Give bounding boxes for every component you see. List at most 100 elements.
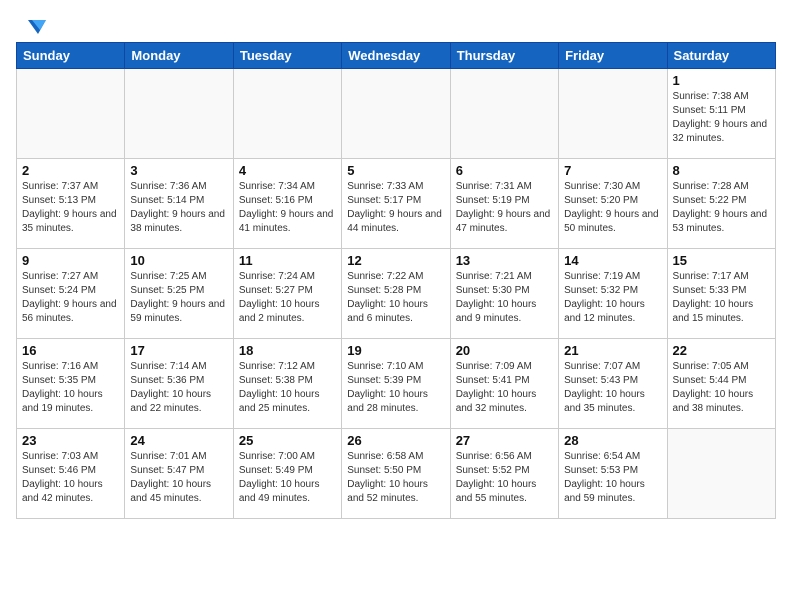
calendar-cell: 3 Sunrise: 7:36 AM Sunset: 5:14 PM Daylig…: [125, 159, 233, 249]
day-number: 13: [456, 253, 553, 268]
calendar-cell: [559, 69, 667, 159]
day-number: 22: [673, 343, 770, 358]
calendar-cell: 24 Sunrise: 7:01 AM Sunset: 5:47 PM Dayli…: [125, 429, 233, 519]
calendar-header-row: SundayMondayTuesdayWednesdayThursdayFrid…: [17, 43, 776, 69]
calendar-week-4: 16 Sunrise: 7:16 AM Sunset: 5:35 PM Dayli…: [17, 339, 776, 429]
day-info: Sunrise: 7:27 AM Sunset: 5:24 PM Dayligh…: [22, 270, 119, 326]
day-info: Sunrise: 6:58 AM Sunset: 5:50 PM Dayligh…: [347, 450, 444, 506]
day-info: Sunrise: 7:34 AM Sunset: 5:16 PM Dayligh…: [239, 180, 336, 236]
day-number: 7: [564, 163, 661, 178]
day-info: Sunrise: 7:38 AM Sunset: 5:11 PM Dayligh…: [673, 90, 770, 146]
day-info: Sunrise: 7:25 AM Sunset: 5:25 PM Dayligh…: [130, 270, 227, 326]
day-number: 5: [347, 163, 444, 178]
col-header-thursday: Thursday: [450, 43, 558, 69]
day-number: 20: [456, 343, 553, 358]
calendar-cell: 17 Sunrise: 7:14 AM Sunset: 5:36 PM Dayli…: [125, 339, 233, 429]
calendar-cell: 27 Sunrise: 6:56 AM Sunset: 5:52 PM Dayli…: [450, 429, 558, 519]
day-info: Sunrise: 7:12 AM Sunset: 5:38 PM Dayligh…: [239, 360, 336, 416]
day-number: 2: [22, 163, 119, 178]
calendar-table: SundayMondayTuesdayWednesdayThursdayFrid…: [16, 42, 776, 519]
day-info: Sunrise: 6:56 AM Sunset: 5:52 PM Dayligh…: [456, 450, 553, 506]
day-info: Sunrise: 7:01 AM Sunset: 5:47 PM Dayligh…: [130, 450, 227, 506]
calendar-cell: 9 Sunrise: 7:27 AM Sunset: 5:24 PM Daylig…: [17, 249, 125, 339]
calendar-cell: 21 Sunrise: 7:07 AM Sunset: 5:43 PM Dayli…: [559, 339, 667, 429]
day-info: Sunrise: 7:24 AM Sunset: 5:27 PM Dayligh…: [239, 270, 336, 326]
calendar-week-3: 9 Sunrise: 7:27 AM Sunset: 5:24 PM Daylig…: [17, 249, 776, 339]
day-info: Sunrise: 7:21 AM Sunset: 5:30 PM Dayligh…: [456, 270, 553, 326]
calendar-cell: 22 Sunrise: 7:05 AM Sunset: 5:44 PM Dayli…: [667, 339, 775, 429]
calendar-cell: 6 Sunrise: 7:31 AM Sunset: 5:19 PM Daylig…: [450, 159, 558, 249]
calendar-cell: 26Sunrise: 6:58 AM Sunset: 5:50 PM Dayli…: [342, 429, 450, 519]
day-number: 4: [239, 163, 336, 178]
calendar-cell: 5Sunrise: 7:33 AM Sunset: 5:17 PM Daylig…: [342, 159, 450, 249]
page-header: [16, 16, 776, 32]
calendar-cell: 16 Sunrise: 7:16 AM Sunset: 5:35 PM Dayli…: [17, 339, 125, 429]
day-number: 9: [22, 253, 119, 268]
day-info: Sunrise: 7:14 AM Sunset: 5:36 PM Dayligh…: [130, 360, 227, 416]
day-number: 28: [564, 433, 661, 448]
calendar-cell: 4 Sunrise: 7:34 AM Sunset: 5:16 PM Daylig…: [233, 159, 341, 249]
logo: [16, 16, 48, 32]
day-info: Sunrise: 7:22 AM Sunset: 5:28 PM Dayligh…: [347, 270, 444, 326]
day-number: 24: [130, 433, 227, 448]
day-number: 6: [456, 163, 553, 178]
day-info: Sunrise: 7:31 AM Sunset: 5:19 PM Dayligh…: [456, 180, 553, 236]
col-header-monday: Monday: [125, 43, 233, 69]
calendar-cell: 18 Sunrise: 7:12 AM Sunset: 5:38 PM Dayli…: [233, 339, 341, 429]
day-number: 21: [564, 343, 661, 358]
day-number: 3: [130, 163, 227, 178]
calendar-week-1: 1 Sunrise: 7:38 AM Sunset: 5:11 PM Daylig…: [17, 69, 776, 159]
day-number: 18: [239, 343, 336, 358]
calendar-cell: 20 Sunrise: 7:09 AM Sunset: 5:41 PM Dayli…: [450, 339, 558, 429]
calendar-cell: 13 Sunrise: 7:21 AM Sunset: 5:30 PM Dayli…: [450, 249, 558, 339]
day-number: 8: [673, 163, 770, 178]
calendar-cell: 7 Sunrise: 7:30 AM Sunset: 5:20 PM Daylig…: [559, 159, 667, 249]
day-info: Sunrise: 7:28 AM Sunset: 5:22 PM Dayligh…: [673, 180, 770, 236]
day-number: 17: [130, 343, 227, 358]
calendar-cell: [450, 69, 558, 159]
calendar-cell: 28 Sunrise: 6:54 AM Sunset: 5:53 PM Dayli…: [559, 429, 667, 519]
day-number: 12: [347, 253, 444, 268]
calendar-cell: 23 Sunrise: 7:03 AM Sunset: 5:46 PM Dayli…: [17, 429, 125, 519]
calendar-cell: [233, 69, 341, 159]
day-info: Sunrise: 7:19 AM Sunset: 5:32 PM Dayligh…: [564, 270, 661, 326]
calendar-week-5: 23 Sunrise: 7:03 AM Sunset: 5:46 PM Dayli…: [17, 429, 776, 519]
day-info: Sunrise: 7:05 AM Sunset: 5:44 PM Dayligh…: [673, 360, 770, 416]
col-header-tuesday: Tuesday: [233, 43, 341, 69]
calendar-cell: 15 Sunrise: 7:17 AM Sunset: 5:33 PM Dayli…: [667, 249, 775, 339]
day-number: 15: [673, 253, 770, 268]
day-info: Sunrise: 7:30 AM Sunset: 5:20 PM Dayligh…: [564, 180, 661, 236]
calendar-cell: 19Sunrise: 7:10 AM Sunset: 5:39 PM Dayli…: [342, 339, 450, 429]
col-header-sunday: Sunday: [17, 43, 125, 69]
day-number: 25: [239, 433, 336, 448]
day-info: Sunrise: 7:16 AM Sunset: 5:35 PM Dayligh…: [22, 360, 119, 416]
col-header-saturday: Saturday: [667, 43, 775, 69]
calendar-cell: 14 Sunrise: 7:19 AM Sunset: 5:32 PM Dayli…: [559, 249, 667, 339]
calendar-cell: [667, 429, 775, 519]
day-number: 16: [22, 343, 119, 358]
day-number: 11: [239, 253, 336, 268]
day-info: Sunrise: 7:17 AM Sunset: 5:33 PM Dayligh…: [673, 270, 770, 326]
calendar-cell: 25 Sunrise: 7:00 AM Sunset: 5:49 PM Dayli…: [233, 429, 341, 519]
calendar-week-2: 2Sunrise: 7:37 AM Sunset: 5:13 PM Daylig…: [17, 159, 776, 249]
day-info: Sunrise: 7:36 AM Sunset: 5:14 PM Dayligh…: [130, 180, 227, 236]
day-info: Sunrise: 7:03 AM Sunset: 5:46 PM Dayligh…: [22, 450, 119, 506]
calendar-cell: [17, 69, 125, 159]
day-info: Sunrise: 6:54 AM Sunset: 5:53 PM Dayligh…: [564, 450, 661, 506]
calendar-cell: 1 Sunrise: 7:38 AM Sunset: 5:11 PM Daylig…: [667, 69, 775, 159]
calendar-cell: 2Sunrise: 7:37 AM Sunset: 5:13 PM Daylig…: [17, 159, 125, 249]
logo-icon: [18, 16, 48, 38]
calendar-cell: 8 Sunrise: 7:28 AM Sunset: 5:22 PM Daylig…: [667, 159, 775, 249]
day-info: Sunrise: 7:07 AM Sunset: 5:43 PM Dayligh…: [564, 360, 661, 416]
day-number: 1: [673, 73, 770, 88]
day-number: 27: [456, 433, 553, 448]
col-header-friday: Friday: [559, 43, 667, 69]
col-header-wednesday: Wednesday: [342, 43, 450, 69]
day-info: Sunrise: 7:09 AM Sunset: 5:41 PM Dayligh…: [456, 360, 553, 416]
day-number: 14: [564, 253, 661, 268]
day-number: 23: [22, 433, 119, 448]
calendar-cell: 11 Sunrise: 7:24 AM Sunset: 5:27 PM Dayli…: [233, 249, 341, 339]
calendar-cell: 12 Sunrise: 7:22 AM Sunset: 5:28 PM Dayli…: [342, 249, 450, 339]
calendar-cell: [125, 69, 233, 159]
day-info: Sunrise: 7:00 AM Sunset: 5:49 PM Dayligh…: [239, 450, 336, 506]
